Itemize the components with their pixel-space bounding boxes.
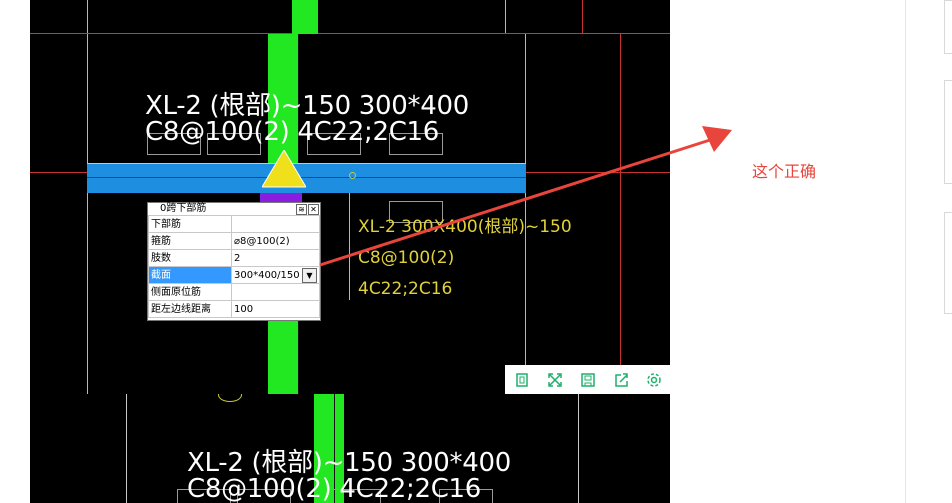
panel-title: 0跨下部筋 ≋ ✕ <box>148 203 320 215</box>
property-key: 肢数 <box>148 249 232 267</box>
panel-title-text: 0跨下部筋 <box>160 203 207 214</box>
property-key: 箍筋 <box>148 232 232 250</box>
annotation-arrow-icon <box>319 126 732 267</box>
table-row: 截面 ▼ 300*400/150 <box>148 266 320 284</box>
yellow-label-line3: 4C22;2C16 <box>358 279 453 299</box>
sidebar-card[interactable] <box>944 0 952 54</box>
table-row: 箍筋 ⌀8@100(2) <box>148 232 320 250</box>
property-key: 下部筋 <box>148 215 232 233</box>
share-icon[interactable] <box>604 365 637 394</box>
table-row: 侧面原位筋 <box>148 283 320 301</box>
beam-label-line2: C8@100(2) 4C22;2C16 <box>187 474 482 503</box>
table-row: 下部筋 <box>148 215 320 233</box>
beam-label-line1: XL-2 (根部)~150 300*400 <box>187 448 511 478</box>
properties-table: 下部筋 箍筋 ⌀8@100(2) 肢数 2 截面 ▼ 300*400/150 侧面… <box>148 215 320 318</box>
table-row: 肢数 2 <box>148 249 320 267</box>
column <box>292 0 318 34</box>
properties-panel[interactable]: 0跨下部筋 ≋ ✕ 下部筋 箍筋 ⌀8@100(2) 肢数 2 截面 ▼ 300*… <box>147 202 321 321</box>
right-sidebar <box>905 0 952 503</box>
fullscreen-icon[interactable] <box>538 365 571 394</box>
beam-label-line1: XL-2 (根部)~150 300*400 <box>145 91 469 121</box>
property-key: 距左边线距离 <box>148 300 232 318</box>
sidebar-card[interactable] <box>944 80 952 184</box>
annotation-note: 这个正确 <box>752 162 817 181</box>
property-value[interactable]: 100 <box>231 300 320 318</box>
screenshot-toolbar <box>505 365 670 394</box>
property-value: 300*400/150 <box>234 269 300 281</box>
property-key: 截面 <box>148 266 232 284</box>
cad-canvas-bottom: XL-2 (根部)~150 300*400 C8@100(2) 4C22;2C1… <box>30 394 670 503</box>
table-row: 距左边线距离 100 <box>148 300 320 318</box>
property-value[interactable] <box>231 283 320 301</box>
settings-icon[interactable] <box>637 365 670 394</box>
crop-icon[interactable] <box>505 365 538 394</box>
sidebar-card[interactable] <box>944 212 952 314</box>
property-key: 侧面原位筋 <box>148 283 232 301</box>
save-icon[interactable] <box>571 365 604 394</box>
